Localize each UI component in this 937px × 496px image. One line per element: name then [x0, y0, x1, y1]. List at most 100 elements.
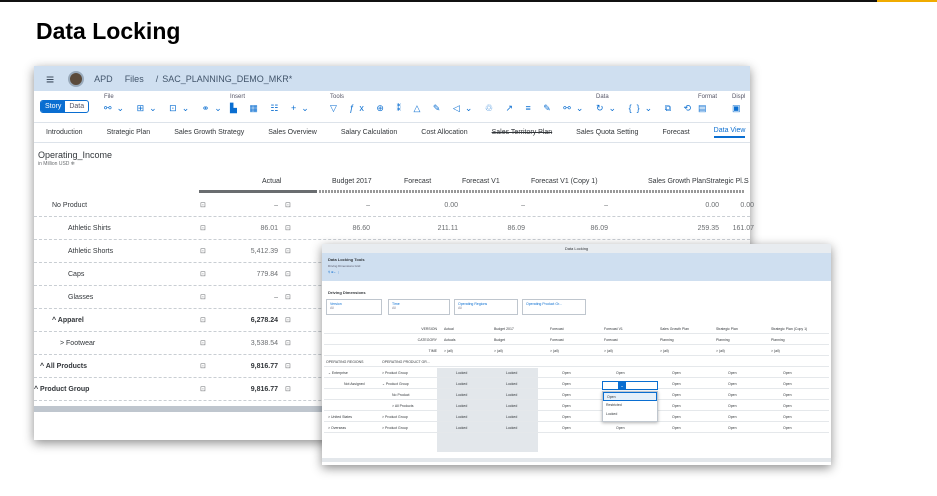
col-forecast-v1-copy[interactable]: Forecast V1 (Copy 1) — [531, 178, 598, 185]
tab-data-view[interactable]: Data View — [713, 127, 746, 138]
lock-status-cell[interactable]: Locked — [506, 371, 517, 375]
region-label[interactable]: > Overseas — [328, 426, 346, 430]
product-label[interactable]: > All Products — [392, 404, 414, 408]
region-label[interactable]: Not Assigned — [344, 382, 365, 386]
col-strategic-plan[interactable]: Strategic Pl... — [706, 178, 748, 185]
tab-cost-allocation[interactable]: Cost Allocation — [421, 129, 467, 136]
filter-operating-regions[interactable]: Operating Regions All — [454, 299, 518, 315]
column-category[interactable]: Planning — [660, 338, 674, 342]
lock-status-cell[interactable]: Locked — [456, 371, 467, 375]
column-time[interactable]: > (all) — [604, 349, 613, 353]
col-actual[interactable]: Actual — [262, 178, 281, 185]
column-version[interactable]: Strategic Plan (Copy 1) — [771, 327, 807, 331]
region-label[interactable]: ⌄ Enterprise — [328, 371, 348, 375]
col-forecast[interactable]: Forecast — [404, 178, 431, 185]
column-version[interactable]: Forecast — [550, 327, 564, 331]
column-version[interactable]: Forecast V1 — [604, 327, 623, 331]
column-category[interactable]: Planning — [716, 338, 730, 342]
table-row[interactable]: Athletic Shirts ⊡ ⊡ 86.01 86.60 211.11 86.09 86… — [34, 217, 754, 240]
product-label[interactable]: ⌄ Product Group — [382, 382, 409, 386]
lock-status-cell[interactable]: Locked — [456, 393, 467, 397]
data-tool-icons[interactable]: ↻⌄ {}⌄ ⧉ ⟲ — [596, 103, 696, 114]
lock-status-cell[interactable]: Locked — [456, 382, 467, 386]
tab-sales-quota-setting[interactable]: Sales Quota Setting — [576, 129, 638, 136]
lock-status-cell[interactable]: Open — [783, 371, 792, 375]
lock-status-cell[interactable]: Locked — [456, 426, 467, 430]
chevron-down-icon[interactable]: ⌄ — [618, 381, 626, 390]
insert-tool-icons[interactable]: ▙ ▦ ☷ +⌄ — [230, 103, 314, 114]
lock-status-cell[interactable]: Locked — [456, 415, 467, 419]
product-label[interactable]: > Product Group — [382, 426, 408, 430]
option-open[interactable]: Open — [603, 392, 657, 401]
lock-status-cell[interactable]: Open — [672, 426, 681, 430]
column-time[interactable]: > (all) — [716, 349, 725, 353]
lock-status-cell[interactable]: Open — [783, 382, 792, 386]
lock-status-cell[interactable]: Locked — [506, 404, 517, 408]
lock-status-cell[interactable]: Open — [562, 404, 571, 408]
col-forecast-v1[interactable]: Forecast V1 — [462, 178, 500, 185]
lock-status-cell[interactable]: Open — [616, 426, 625, 430]
lock-status-cell[interactable]: Open — [672, 415, 681, 419]
filter-version[interactable]: Version All — [326, 299, 382, 315]
lock-status-cell[interactable]: Open — [672, 371, 681, 375]
column-time[interactable]: > (all) — [444, 349, 453, 353]
tab-sales-territory-plan[interactable]: Sales Territory Plan — [492, 129, 553, 136]
filter-time[interactable]: Time All — [388, 299, 450, 315]
tab-sales-overview[interactable]: Sales Overview — [268, 129, 317, 136]
lock-status-cell[interactable]: Locked — [456, 404, 467, 408]
column-version[interactable]: Budget 2017 — [494, 327, 514, 331]
lock-status-cell[interactable]: Open — [672, 404, 681, 408]
column-category[interactable]: Forecast — [604, 338, 618, 342]
lock-status-cell[interactable]: Locked — [506, 382, 517, 386]
lock-status-cell[interactable]: Open — [783, 415, 792, 419]
tab-sales-growth-strategy[interactable]: Sales Growth Strategy — [174, 129, 244, 136]
column-time[interactable]: > (all) — [494, 349, 503, 353]
avatar[interactable] — [68, 70, 85, 87]
lock-status-cell[interactable]: Open — [728, 426, 737, 430]
lock-status-cell[interactable]: Open — [783, 404, 792, 408]
column-category[interactable]: Planning — [771, 338, 785, 342]
lock-status-cell[interactable]: Open — [728, 371, 737, 375]
col-s[interactable]: S — [744, 178, 749, 185]
lock-status-cell[interactable]: Open — [562, 371, 571, 375]
column-version[interactable]: Strategic Plan — [716, 327, 738, 331]
tab-strategic-plan[interactable]: Strategic Plan — [107, 129, 151, 136]
file-tool-icons[interactable]: ⚯⌄ ⊞⌄ ⊡⌄ ⚭⌄ — [104, 103, 227, 114]
col-sales-growth-plan[interactable]: Sales Growth Plan — [648, 178, 706, 185]
column-category[interactable]: Actuals — [444, 338, 455, 342]
story-data-toggle[interactable]: Story Data — [40, 100, 90, 113]
option-locked[interactable]: Locked — [603, 410, 657, 419]
lock-status-cell[interactable]: Open — [783, 426, 792, 430]
files-link[interactable]: Files — [125, 74, 144, 84]
tools-tool-icons[interactable]: ▽ ƒx ⊕ ⁑ △ ✎ ◁⌄ ♲ ↗ ≡ ✎ ⚯⌄ — [330, 103, 588, 114]
story-tab[interactable]: Story — [41, 101, 66, 112]
lock-status-cell[interactable]: Open — [728, 393, 737, 397]
lock-status-cell[interactable]: Open — [672, 382, 681, 386]
lock-status-cell[interactable]: Open — [562, 415, 571, 419]
lock-status-cell[interactable]: Open — [562, 382, 571, 386]
status-dropdown[interactable] — [602, 381, 658, 390]
column-category[interactable]: Budget — [494, 338, 505, 342]
column-version[interactable]: Sales Growth Plan — [660, 327, 689, 331]
lock-status-cell[interactable]: Open — [783, 393, 792, 397]
lock-status-cell[interactable]: Locked — [506, 415, 517, 419]
tab-salary-calculation[interactable]: Salary Calculation — [341, 129, 397, 136]
product-label[interactable]: > Product Group — [382, 415, 408, 419]
column-time[interactable]: > (all) — [550, 349, 559, 353]
format-icon[interactable]: ▤ — [698, 103, 717, 114]
tab-introduction[interactable]: Introduction — [46, 129, 83, 136]
product-label[interactable]: > Product Group — [382, 371, 408, 375]
lock-status-cell[interactable]: Open — [562, 426, 571, 430]
lock-status-cell[interactable]: Open — [728, 404, 737, 408]
tool-icons[interactable]: ⚲ ⊕⌄ ⋮ — [328, 270, 825, 274]
lock-status-cell[interactable]: Open — [728, 382, 737, 386]
menu-icon[interactable]: ≡ — [46, 71, 54, 87]
filter-operating-product[interactable]: Operating Product Gr... — [522, 299, 586, 315]
col-budget-2017[interactable]: Budget 2017 — [332, 178, 372, 185]
lock-status-cell[interactable]: Open — [728, 415, 737, 419]
product-label[interactable]: No Product — [392, 393, 410, 397]
column-category[interactable]: Forecast — [550, 338, 564, 342]
lock-status-cell[interactable]: Locked — [506, 426, 517, 430]
column-time[interactable]: > (all) — [660, 349, 669, 353]
tab-forecast[interactable]: Forecast — [662, 129, 689, 136]
